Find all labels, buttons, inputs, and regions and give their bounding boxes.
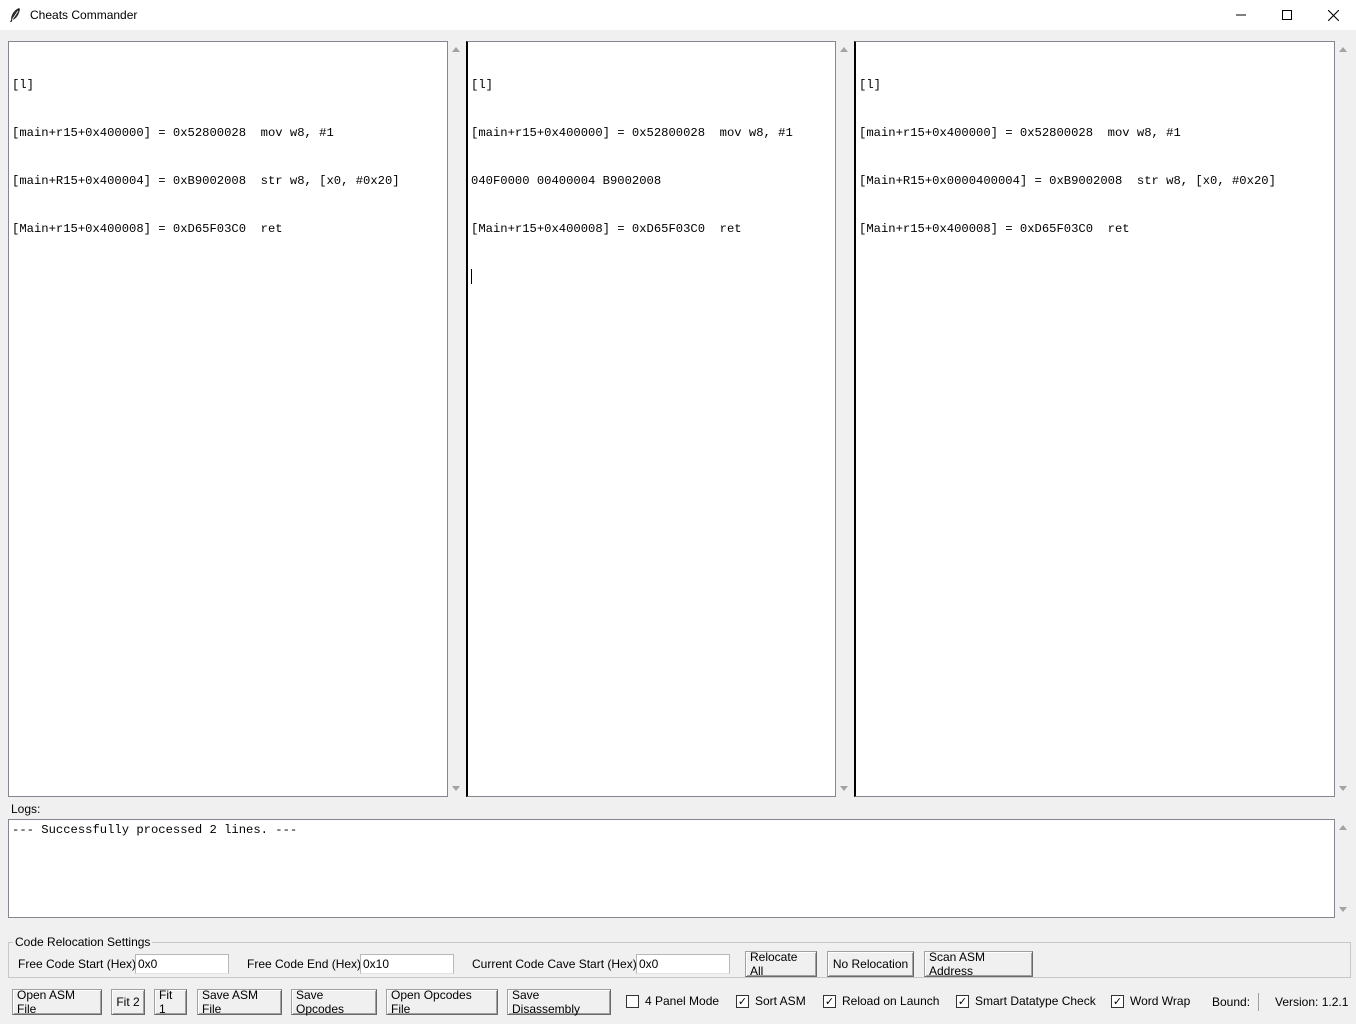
code-line: [l] (12, 78, 34, 92)
checkmark-icon[interactable]: ✓ (1111, 994, 1124, 1008)
no-relocation-button[interactable]: No Relocation (827, 951, 914, 977)
asm-panel-scrollbar[interactable] (448, 41, 465, 797)
scroll-down-icon[interactable] (452, 786, 460, 791)
free-code-start-input[interactable] (135, 954, 229, 974)
scan-asm-address-button[interactable]: Scan ASM Address (924, 950, 1033, 978)
code-line: [Main+r15+0x400008] = 0xD65F03C0 ret (859, 222, 1130, 236)
scroll-up-icon[interactable] (1339, 47, 1347, 52)
close-button[interactable] (1310, 0, 1356, 30)
checkbox-unchecked-icon[interactable] (626, 994, 639, 1008)
scroll-down-icon[interactable] (840, 786, 848, 791)
fit-2-button[interactable]: Fit 2 (111, 989, 145, 1015)
code-line: [l] (859, 78, 881, 92)
save-asm-file-button[interactable]: Save ASM File (197, 988, 282, 1016)
checkmark-icon[interactable]: ✓ (956, 994, 969, 1008)
reload-on-launch-label: Reload on Launch (842, 994, 940, 1008)
free-code-start-label: Free Code Start (Hex): (18, 957, 140, 971)
code-cave-start-input[interactable] (636, 954, 730, 974)
logs-scrollbar[interactable] (1335, 819, 1352, 918)
code-cave-start-label: Current Code Cave Start (Hex): (472, 957, 641, 971)
code-line: [Main+r15+0x400008] = 0xD65F03C0 ret (12, 222, 283, 236)
open-opcodes-file-button[interactable]: Open Opcodes File (386, 988, 498, 1016)
text-caret (471, 269, 832, 285)
reload-on-launch-checkbox[interactable]: ✓ Reload on Launch (823, 994, 939, 1008)
logs-label: Logs: (11, 802, 41, 816)
save-disassembly-button[interactable]: Save Disassembly (507, 988, 611, 1016)
close-icon (1327, 9, 1339, 21)
sort-asm-label: Sort ASM (755, 994, 806, 1008)
code-line: [main+r15+0x400000] = 0x52800028 mov w8,… (12, 126, 334, 140)
disassembly-panel-scrollbar[interactable] (1335, 41, 1352, 797)
open-asm-file-button[interactable]: Open ASM File (12, 988, 102, 1016)
save-opcodes-button[interactable]: Save Opcodes (291, 988, 377, 1016)
opcode-panel-scrollbar[interactable] (836, 41, 853, 797)
scroll-down-icon[interactable] (1339, 786, 1347, 791)
minimize-icon (1236, 14, 1246, 16)
checkmark-icon[interactable]: ✓ (736, 994, 749, 1008)
bound-input[interactable] (1258, 993, 1260, 1011)
bound-label: Bound: (1212, 995, 1251, 1009)
opcode-editor-panel[interactable]: [l] [main+r15+0x400000] = 0x52800028 mov… (466, 41, 836, 797)
code-line: [main+R15+0x400004] = 0xB9002008 str w8,… (12, 174, 400, 188)
disassembly-panel[interactable]: [l] [main+r15+0x400000] = 0x52800028 mov… (854, 41, 1335, 797)
feather-icon (10, 8, 20, 22)
free-code-end-input[interactable] (360, 954, 454, 974)
code-line: [l] (471, 78, 493, 92)
scroll-up-icon[interactable] (1339, 825, 1347, 830)
free-code-end-label: Free Code End (Hex): (247, 957, 365, 971)
scroll-up-icon[interactable] (840, 47, 848, 52)
logs-output[interactable]: --- Successfully processed 2 lines. --- (8, 819, 1335, 918)
smart-datatype-check-checkbox[interactable]: ✓ Smart Datatype Check (956, 994, 1096, 1008)
code-line: [main+r15+0x400000] = 0x52800028 mov w8,… (471, 126, 793, 140)
fit-1-button[interactable]: Fit 1 (154, 988, 187, 1016)
asm-editor-panel[interactable]: [l] [main+r15+0x400000] = 0x52800028 mov… (8, 41, 448, 797)
sort-asm-checkbox[interactable]: ✓ Sort ASM (736, 994, 806, 1008)
maximize-button[interactable] (1264, 0, 1310, 30)
version-label: Version: 1.2.1 (1275, 995, 1349, 1009)
word-wrap-label: Word Wrap (1130, 994, 1191, 1008)
code-line: [main+r15+0x400000] = 0x52800028 mov w8,… (859, 126, 1181, 140)
minimize-button[interactable] (1218, 0, 1264, 30)
scroll-down-icon[interactable] (1339, 907, 1347, 912)
checkmark-icon[interactable]: ✓ (823, 994, 836, 1008)
code-line: [Main+r15+0x400008] = 0xD65F03C0 ret (471, 222, 742, 236)
scroll-up-icon[interactable] (452, 47, 460, 52)
maximize-icon (1282, 10, 1292, 20)
title-bar: Cheats Commander (0, 0, 1356, 30)
relocation-group-title: Code Relocation Settings (13, 935, 153, 949)
word-wrap-checkbox[interactable]: ✓ Word Wrap (1111, 994, 1190, 1008)
relocate-all-button[interactable]: Relocate All (745, 950, 817, 978)
four-panel-mode-label: 4 Panel Mode (645, 994, 720, 1008)
window-title: Cheats Commander (30, 8, 138, 22)
code-line: 040F0000 00400004 B9002008 (471, 174, 662, 188)
four-panel-mode-checkbox[interactable]: 4 Panel Mode (626, 994, 719, 1008)
smart-datatype-check-label: Smart Datatype Check (975, 994, 1096, 1008)
code-line: [Main+R15+0x0000400004] = 0xB9002008 str… (859, 174, 1276, 188)
